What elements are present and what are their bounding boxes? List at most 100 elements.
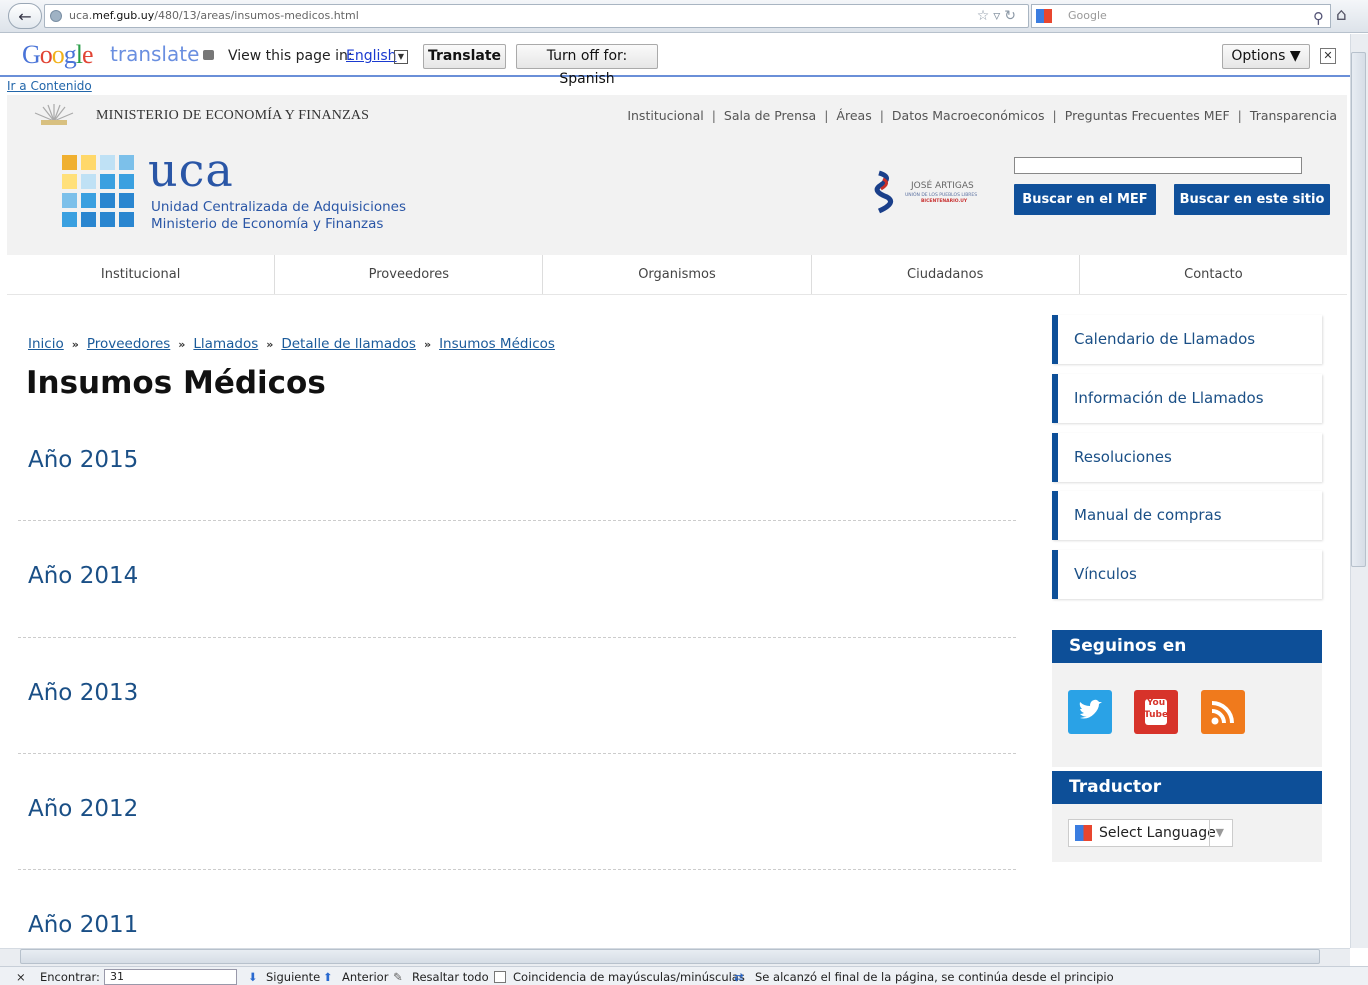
- year-heading-2014[interactable]: Año 2014: [28, 563, 138, 589]
- home-icon[interactable]: ⌂: [1336, 5, 1347, 25]
- breadcrumb-separator: »: [423, 338, 432, 351]
- highlight-all-button[interactable]: Resaltar todo: [412, 968, 489, 985]
- breadcrumb-insumos-medicos[interactable]: Insumos Médicos: [439, 336, 555, 352]
- down-arrow-icon: ⬇: [248, 970, 258, 984]
- sidebar-item-vinculos[interactable]: Vínculos: [1052, 550, 1322, 599]
- google-logo: Google: [22, 40, 94, 69]
- select-language-label: Select Language: [1099, 825, 1216, 841]
- header-search-input[interactable]: [1014, 157, 1302, 174]
- year-heading-2013[interactable]: Año 2013: [28, 680, 138, 706]
- youtube-label-tube: Tube: [1143, 710, 1169, 720]
- top-nav-institucional[interactable]: Institucional: [627, 108, 703, 123]
- translator-heading: Traductor: [1052, 771, 1322, 804]
- artigas-sub: UNIÓN DE LOS PUEBLOS LIBRES: [905, 193, 978, 198]
- target-language-link[interactable]: English: [346, 48, 397, 64]
- section-divider: [18, 520, 1016, 521]
- breadcrumb-detalle-llamados[interactable]: Detalle de llamados: [281, 336, 416, 352]
- address-bar: ← uca.mef.gub.uy/480/13/areas/insumos-me…: [0, 0, 1368, 33]
- url-path: /480/13/areas/insumos-medicos.html: [154, 9, 359, 22]
- artigas-flag-icon: [874, 170, 894, 214]
- year-heading-2012[interactable]: Año 2012: [28, 796, 138, 822]
- view-page-label: View this page in:: [228, 48, 353, 64]
- find-input[interactable]: 31: [104, 969, 237, 985]
- skip-to-content-link[interactable]: Ir a Contenido: [7, 79, 92, 93]
- sidebar-item-informacion[interactable]: Información de Llamados: [1052, 374, 1322, 423]
- bookmark-star-icon[interactable]: ☆▿↻: [977, 5, 1020, 27]
- options-button[interactable]: Options ▼: [1222, 44, 1310, 69]
- chevron-down-icon: ▼: [1208, 820, 1224, 846]
- uca-logo-text: uca: [148, 143, 234, 197]
- year-heading-2011[interactable]: Año 2011: [28, 912, 138, 938]
- nav-ciudadanos[interactable]: Ciudadanos: [812, 255, 1080, 294]
- find-next-button[interactable]: Siguiente: [266, 968, 320, 985]
- google-icon: [1036, 9, 1052, 23]
- ministry-name: MINISTERIO DE ECONOMÍA Y FINANZAS: [96, 108, 370, 123]
- artigas-title: JOSÉ ARTIGAS: [911, 181, 974, 191]
- magnifier-icon[interactable]: ⚲: [1313, 7, 1324, 29]
- uca-subtitle-2: Ministerio de Economía y Finanzas: [151, 216, 384, 232]
- artigas-bicentenario-logo[interactable]: JOSÉ ARTIGAS UNIÓN DE LOS PUEBLOS LIBRES…: [873, 169, 993, 219]
- top-nav: Institucional | Sala de Prensa | Áreas | Da…: [627, 108, 1337, 123]
- top-nav-areas[interactable]: Áreas: [836, 108, 871, 123]
- search-mef-button[interactable]: Buscar en el MEF: [1014, 184, 1156, 215]
- year-heading-2015[interactable]: Año 2015: [28, 447, 138, 473]
- nav-contacto[interactable]: Contacto: [1080, 255, 1347, 294]
- vertical-scroll-thumb[interactable]: [1351, 52, 1366, 567]
- youtube-label-you: You: [1146, 698, 1166, 708]
- translate-wordmark: translate: [110, 42, 200, 66]
- google-translate-bar: Google translate View this page in: Engl…: [0, 34, 1350, 87]
- sidebar-item-manual-compras[interactable]: Manual de compras: [1052, 491, 1322, 540]
- search-engine-field[interactable]: Google ⚲: [1031, 4, 1331, 28]
- breadcrumb-proveedores[interactable]: Proveedores: [87, 336, 170, 352]
- rss-icon[interactable]: [1201, 690, 1245, 734]
- sidebar-item-resoluciones[interactable]: Resoluciones: [1052, 433, 1322, 482]
- top-nav-sala-de-prensa[interactable]: Sala de Prensa: [724, 108, 816, 123]
- search-engine-placeholder: Google: [1068, 9, 1107, 22]
- google-translate-icon: [1075, 825, 1092, 841]
- uca-logo-icon[interactable]: [62, 155, 134, 227]
- close-icon[interactable]: ✕: [1320, 48, 1336, 64]
- url-field[interactable]: uca.mef.gub.uy/480/13/areas/insumos-medi…: [44, 4, 1029, 28]
- search-site-button[interactable]: Buscar en este sitio: [1174, 184, 1330, 215]
- site-identity-icon: [50, 10, 62, 22]
- match-case-label: Coincidencia de mayúsculas/minúsculas: [513, 970, 745, 984]
- select-language-dropdown[interactable]: Select Language ▼: [1068, 819, 1233, 847]
- back-arrow-icon: ←: [18, 6, 32, 26]
- main-nav: Institucional Proveedores Organismos Ciu…: [7, 255, 1347, 295]
- language-dropdown-icon[interactable]: ▼: [394, 50, 408, 64]
- wrap-info-icon: ⇄: [734, 970, 744, 984]
- top-nav-preguntas-frecuentes[interactable]: Preguntas Frecuentes MEF: [1065, 108, 1230, 123]
- follow-us-heading: Seguinos en: [1052, 630, 1322, 663]
- breadcrumb: Inicio » Proveedores » Llamados » Detalle de l…: [28, 336, 555, 352]
- turn-off-button[interactable]: Turn off for: Spanish: [516, 44, 658, 87]
- nav-proveedores[interactable]: Proveedores: [275, 255, 544, 294]
- url-domain: mef.gub.uy: [92, 9, 155, 22]
- find-previous-button[interactable]: Anterior: [342, 968, 388, 985]
- twitter-icon[interactable]: [1068, 690, 1112, 734]
- nav-organismos[interactable]: Organismos: [543, 255, 812, 294]
- uca-subtitle-1: Unidad Centralizada de Adquisiciones: [151, 199, 407, 215]
- horizontal-scroll-thumb[interactable]: [20, 949, 1320, 964]
- sidebar-item-calendario[interactable]: Calendario de Llamados: [1052, 315, 1322, 364]
- youtube-icon[interactable]: You Tube: [1134, 690, 1178, 734]
- site-header: MINISTERIO DE ECONOMÍA Y FINANZAS Instit…: [7, 95, 1347, 255]
- back-button[interactable]: ←: [8, 3, 42, 29]
- match-case-checkbox[interactable]: [494, 971, 506, 983]
- section-divider: [18, 753, 1016, 754]
- section-divider: [18, 637, 1016, 638]
- find-close-icon[interactable]: ×: [16, 968, 26, 985]
- top-nav-datos-macroeconomicos[interactable]: Datos Macroeconómicos: [892, 108, 1045, 123]
- page-title: Insumos Médicos: [26, 365, 326, 401]
- breadcrumb-llamados[interactable]: Llamados: [193, 336, 258, 352]
- breadcrumb-separator: »: [266, 338, 274, 351]
- breadcrumb-separator: »: [71, 338, 79, 351]
- browser-window: ← uca.mef.gub.uy/480/13/areas/insumos-me…: [0, 0, 1368, 985]
- translate-button[interactable]: Translate: [423, 44, 506, 69]
- ministry-crest-icon: [34, 104, 74, 125]
- top-nav-transparencia[interactable]: Transparencia: [1250, 108, 1337, 123]
- nav-institucional[interactable]: Institucional: [7, 255, 276, 294]
- find-status: Se alcanzó el final de la página, se con…: [755, 970, 1114, 984]
- highlighter-icon: ✎: [393, 970, 403, 984]
- find-label: Encontrar:: [40, 970, 100, 984]
- breadcrumb-inicio[interactable]: Inicio: [28, 336, 64, 352]
